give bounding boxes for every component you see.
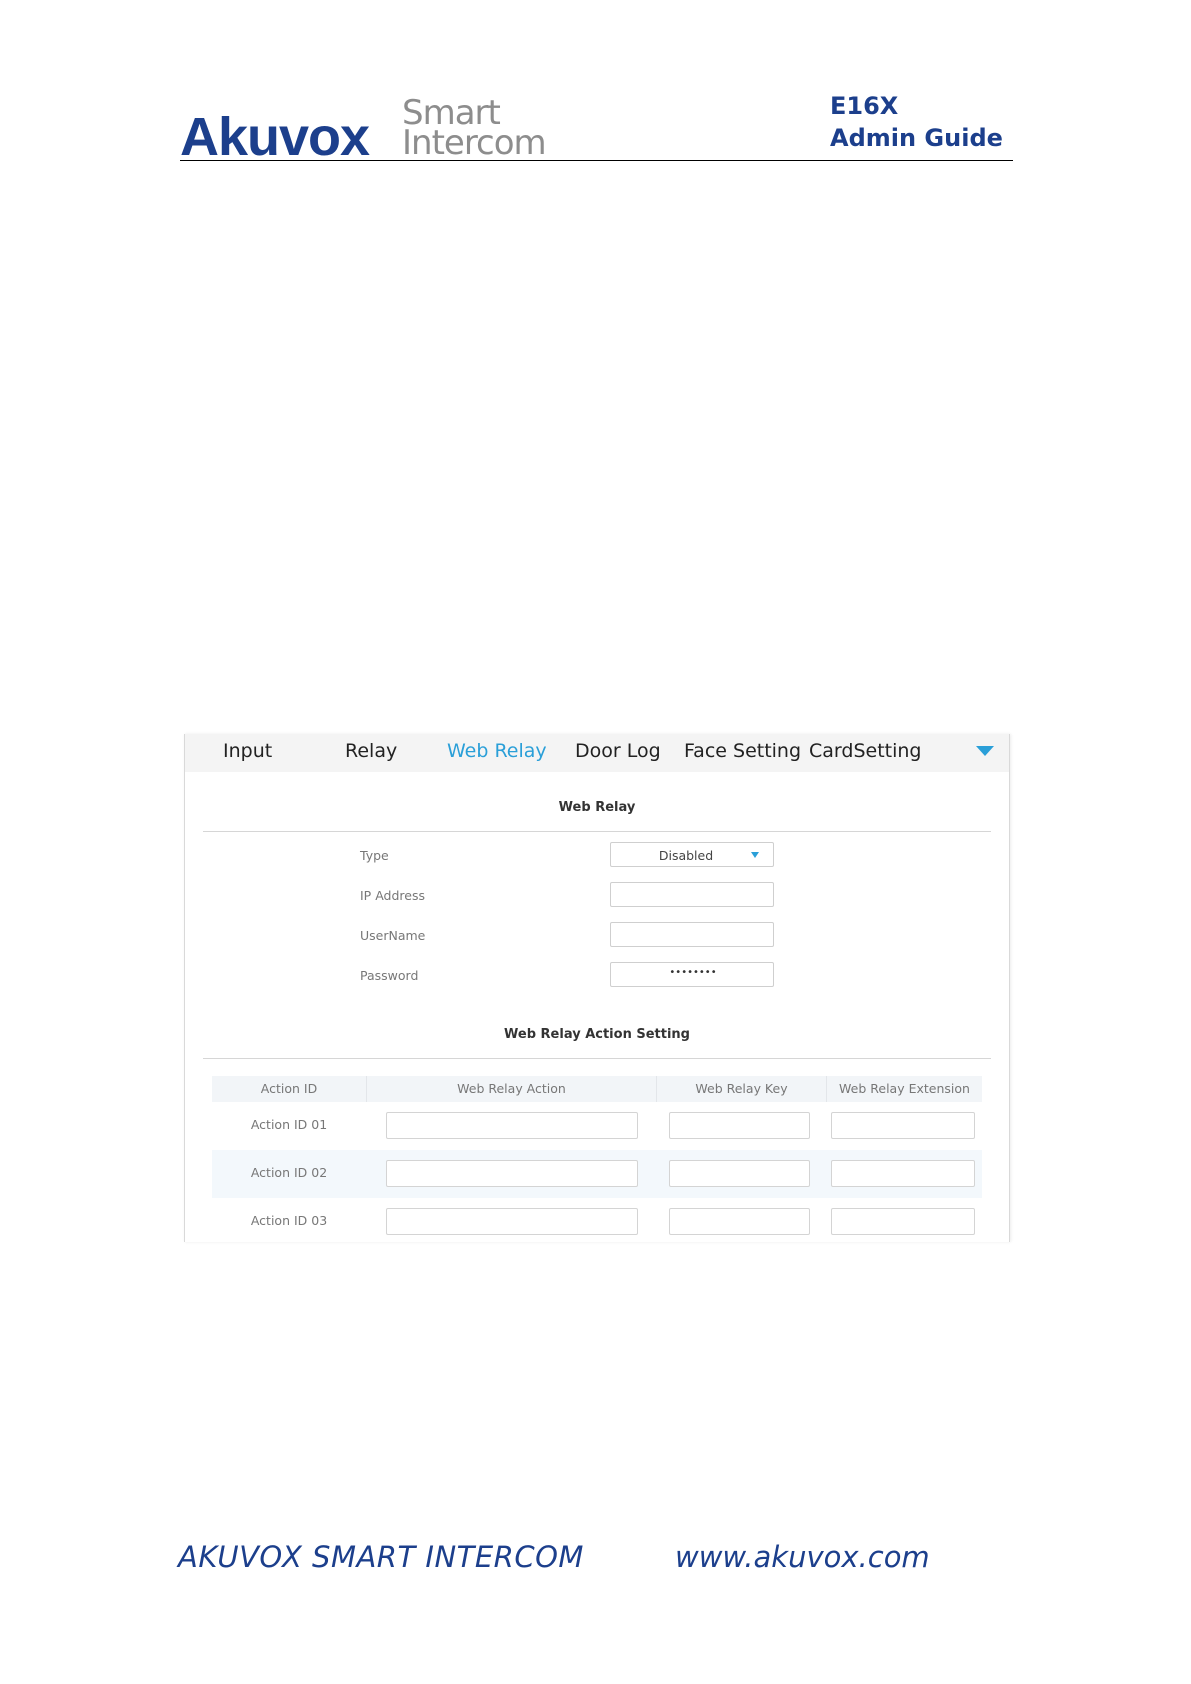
table-row: Action ID 03 bbox=[212, 1198, 982, 1246]
section-divider bbox=[203, 1058, 991, 1059]
tab-door-log[interactable]: Door Log bbox=[575, 740, 661, 762]
password-label: Password bbox=[360, 968, 419, 983]
web-relay-action-input[interactable] bbox=[386, 1112, 638, 1139]
web-relay-key-input[interactable] bbox=[669, 1208, 810, 1235]
type-label: Type bbox=[360, 848, 389, 863]
username-input[interactable] bbox=[610, 922, 774, 947]
col-action-id: Action ID bbox=[212, 1076, 367, 1102]
tab-web-relay[interactable]: Web Relay bbox=[447, 740, 547, 762]
web-relay-title: Web Relay bbox=[558, 800, 636, 815]
tab-bar: Input Relay Web Relay Door Log Face Sett… bbox=[185, 734, 1009, 772]
password-input[interactable]: •••••••• bbox=[610, 962, 774, 987]
col-web-relay-key: Web Relay Key bbox=[657, 1076, 827, 1102]
footer-brand: AKUVOX SMART INTERCOM bbox=[178, 1540, 584, 1574]
web-relay-extension-input[interactable] bbox=[831, 1208, 975, 1235]
web-relay-action-input[interactable] bbox=[386, 1160, 638, 1187]
web-relay-extension-input[interactable] bbox=[831, 1112, 975, 1139]
ip-address-label: IP Address bbox=[360, 888, 425, 903]
action-table-header: Action ID Web Relay Action Web Relay Key… bbox=[212, 1076, 982, 1102]
web-relay-extension-input[interactable] bbox=[831, 1160, 975, 1187]
header-divider bbox=[180, 160, 1013, 161]
action-id-label: Action ID 03 bbox=[250, 1213, 328, 1228]
table-row: Action ID 02 bbox=[212, 1150, 982, 1198]
web-relay-key-input[interactable] bbox=[669, 1160, 810, 1187]
logo-wordmark: Akuvox bbox=[180, 107, 370, 167]
tab-card-setting[interactable]: CardSetting bbox=[809, 740, 921, 762]
col-web-relay-extension: Web Relay Extension bbox=[839, 1081, 970, 1096]
action-id-label: Action ID 01 bbox=[250, 1117, 328, 1132]
doc-model: E16X bbox=[830, 92, 899, 120]
web-relay-panel: Input Relay Web Relay Door Log Face Sett… bbox=[184, 734, 1010, 1242]
footer-url[interactable]: www.akuvox.com bbox=[675, 1540, 930, 1574]
ip-address-input[interactable] bbox=[610, 882, 774, 907]
password-mask: •••••••• bbox=[669, 967, 717, 978]
tab-input[interactable]: Input bbox=[223, 740, 272, 762]
tab-face-setting[interactable]: Face Setting bbox=[684, 740, 801, 762]
type-select-value: Disabled bbox=[658, 848, 714, 863]
table-row: Action ID 01 bbox=[212, 1102, 982, 1150]
section-divider bbox=[203, 831, 991, 832]
dropdown-arrow-icon bbox=[751, 852, 759, 858]
web-relay-key-input[interactable] bbox=[669, 1112, 810, 1139]
logo-intercom-text: Intercom bbox=[402, 123, 547, 163]
username-label: UserName bbox=[360, 928, 426, 943]
action-setting-title: Web Relay Action Setting bbox=[504, 1027, 690, 1042]
col-web-relay-action: Web Relay Action bbox=[367, 1076, 657, 1102]
action-id-label: Action ID 02 bbox=[250, 1165, 328, 1180]
doc-title: Admin Guide bbox=[830, 124, 1003, 152]
tab-relay[interactable]: Relay bbox=[345, 740, 397, 762]
chevron-down-icon[interactable] bbox=[976, 746, 994, 756]
type-select[interactable]: Disabled bbox=[610, 842, 774, 867]
web-relay-action-input[interactable] bbox=[386, 1208, 638, 1235]
